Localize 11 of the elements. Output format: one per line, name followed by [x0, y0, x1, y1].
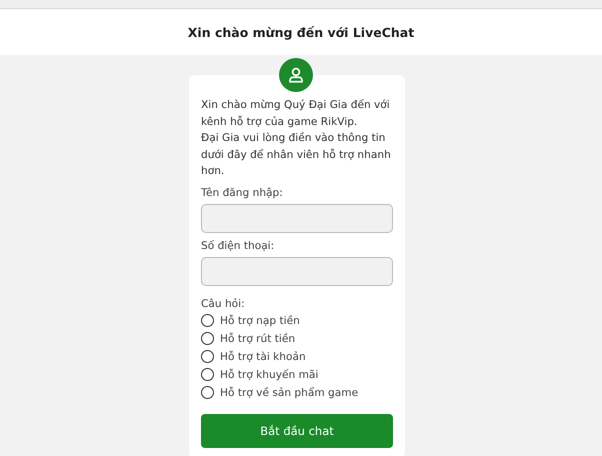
radio-option[interactable]: Hỗ trợ khuyến mãi	[201, 366, 393, 384]
radio-option[interactable]: Hỗ trợ tài khoản	[201, 348, 393, 366]
field-label: Tên đăng nhập:	[201, 186, 284, 200]
radio-option[interactable]: Hỗ trợ nạp tiền	[201, 312, 393, 330]
radio-option[interactable]: Hỗ trợ rút tiền	[201, 330, 393, 348]
question-label: Câu hỏi:	[201, 296, 246, 312]
field-label: Số điện thoại:	[201, 238, 276, 254]
start-chat-button[interactable]: Bắt đầu chat	[201, 414, 393, 448]
page-title: Xin chào mừng đến với LiveChat	[188, 24, 414, 40]
intro-text: Xin chào mừng Quý Đại Gia đến với kênh hỗ trợ của game RikVip. Đại Gia vui lòng điền vào thông tin dưới đây để nhân viên hỗ trợ nhanh hơn.	[201, 98, 392, 179]
radio-option[interactable]: Hỗ trợ về sản phẩm game	[201, 384, 393, 402]
